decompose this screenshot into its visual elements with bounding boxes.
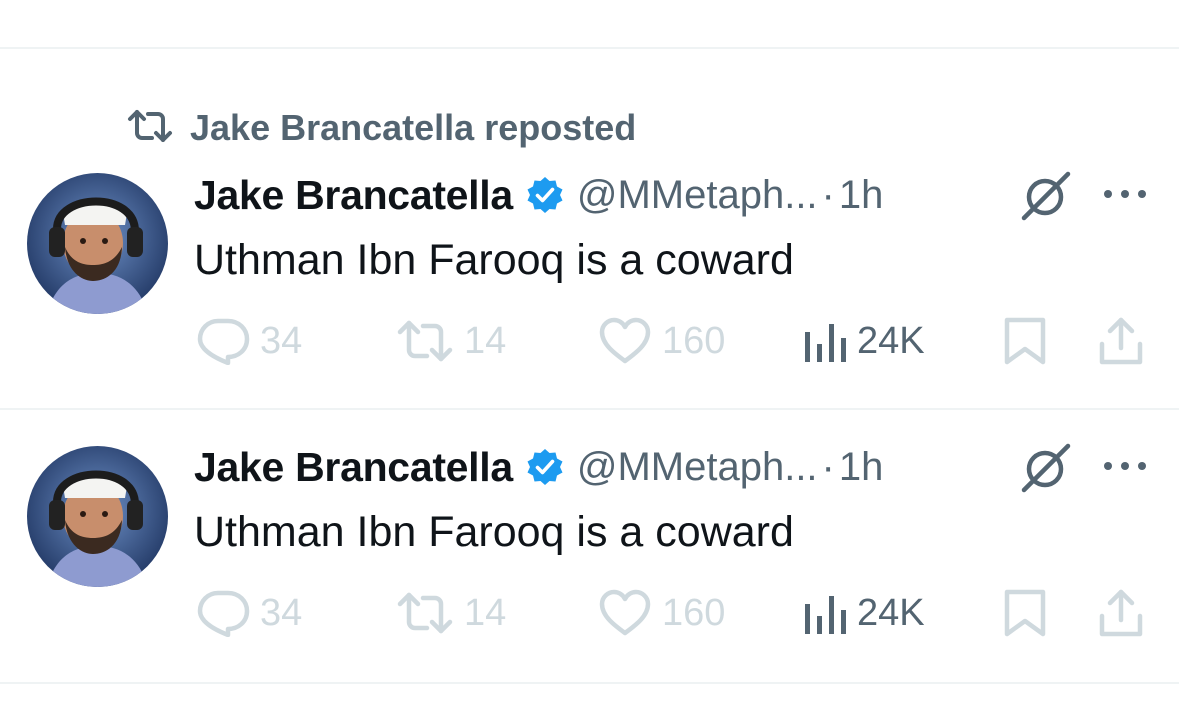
separator-dot: · — [821, 444, 835, 489]
reply-button[interactable]: 34 — [196, 585, 302, 641]
repost-count: 14 — [464, 319, 507, 362]
views-count: 24K — [857, 591, 925, 634]
reply-button[interactable]: 34 — [196, 313, 302, 369]
repost-button[interactable]: 14 — [396, 585, 506, 641]
share-button[interactable] — [1098, 585, 1144, 641]
reply-icon — [196, 589, 250, 637]
share-button[interactable] — [1098, 313, 1144, 369]
verified-badge-icon[interactable] — [525, 447, 565, 487]
analytics-icon — [803, 590, 847, 636]
repost-banner[interactable]: Jake Brancatella reposted — [126, 106, 636, 150]
post-header: Jake Brancatella @MMetaph... · 1h — [194, 168, 883, 222]
tweet-text: Uthman Ibn Farooq is a coward — [194, 236, 794, 284]
bookmark-icon — [1003, 588, 1047, 638]
timestamp[interactable]: 1h — [839, 173, 884, 218]
post-1[interactable]: Jake Brancatella reposted Jake Brancatel… — [0, 0, 1179, 408]
avatar[interactable] — [27, 173, 168, 314]
display-name[interactable]: Jake Brancatella — [194, 444, 513, 491]
share-icon — [1098, 316, 1144, 366]
more-options-icon[interactable] — [1100, 456, 1150, 476]
reply-count: 34 — [260, 319, 303, 362]
more-options-icon[interactable] — [1100, 184, 1150, 204]
verified-badge-icon[interactable] — [525, 175, 565, 215]
repost-button[interactable]: 14 — [396, 313, 506, 369]
repost-count: 14 — [464, 591, 507, 634]
display-name[interactable]: Jake Brancatella — [194, 172, 513, 219]
repost-icon — [126, 109, 174, 148]
bookmark-icon — [1003, 316, 1047, 366]
like-button[interactable]: 160 — [598, 313, 725, 369]
reply-count: 34 — [260, 591, 303, 634]
handle[interactable]: @MMetaph... — [577, 445, 818, 490]
post-2[interactable]: Jake Brancatella @MMetaph... · 1h Uthman… — [0, 410, 1179, 682]
heart-icon — [598, 317, 652, 365]
repost-icon — [396, 592, 454, 634]
grok-icon[interactable] — [1018, 168, 1074, 224]
like-count: 160 — [662, 591, 726, 634]
reply-icon — [196, 317, 250, 365]
repost-icon — [396, 320, 454, 362]
timestamp[interactable]: 1h — [839, 445, 884, 490]
separator-dot: · — [821, 172, 835, 217]
post-header: Jake Brancatella @MMetaph... · 1h — [194, 440, 883, 494]
heart-icon — [598, 589, 652, 637]
share-icon — [1098, 588, 1144, 638]
bookmark-button[interactable] — [1003, 313, 1047, 369]
repost-label: Jake Brancatella reposted — [190, 107, 637, 148]
like-button[interactable]: 160 — [598, 585, 725, 641]
bottom-divider — [0, 682, 1179, 684]
action-bar: 34 14 160 24K — [0, 313, 1179, 369]
avatar[interactable] — [27, 446, 168, 587]
analytics-icon — [803, 318, 847, 364]
tweet-text: Uthman Ibn Farooq is a coward — [194, 508, 794, 556]
action-bar: 34 14 160 24K — [0, 585, 1179, 641]
grok-icon[interactable] — [1018, 440, 1074, 496]
like-count: 160 — [662, 319, 726, 362]
views-button[interactable]: 24K — [803, 585, 925, 641]
bookmark-button[interactable] — [1003, 585, 1047, 641]
handle[interactable]: @MMetaph... — [577, 173, 818, 218]
views-count: 24K — [857, 319, 925, 362]
views-button[interactable]: 24K — [803, 313, 925, 369]
